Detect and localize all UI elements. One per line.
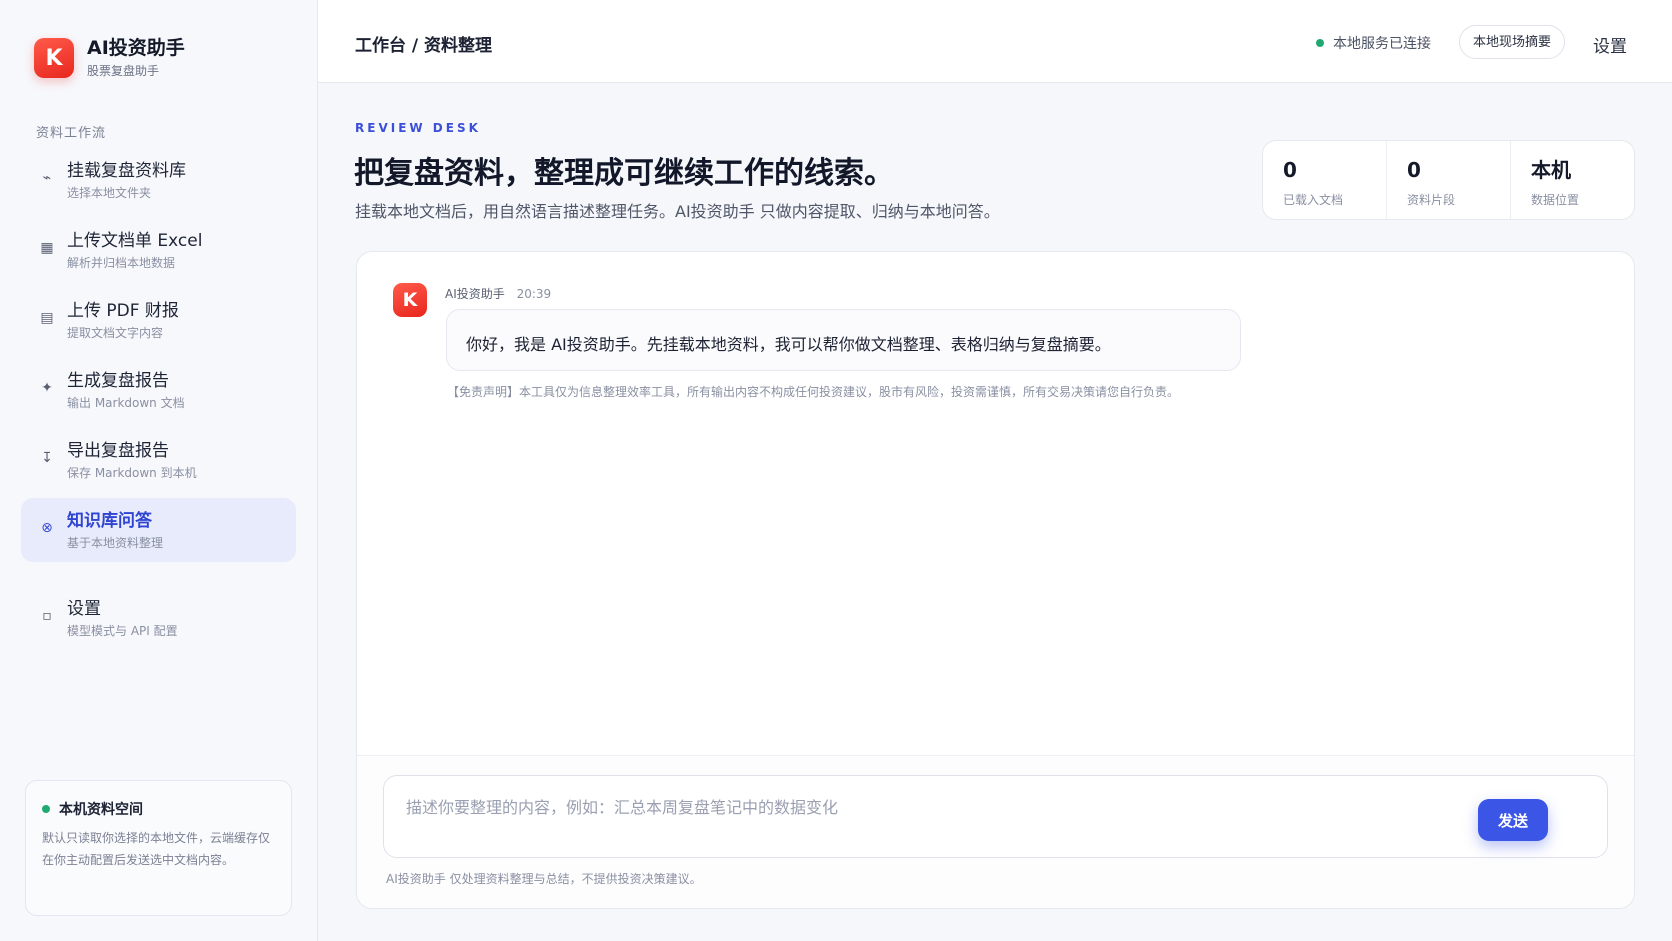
sidebar-item-title: 生成复盘报告: [67, 371, 169, 391]
page-title: 把复盘资料，整理成可继续工作的线索。: [354, 156, 894, 191]
message-input[interactable]: [406, 798, 1446, 817]
page-description: 挂载本地文档后，用自然语言描述整理任务。AI投资助手 只做内容提取、归纳与本地问…: [355, 202, 1000, 221]
document-icon: ▤: [40, 310, 54, 326]
sidebar-nav: ⌁ 挂载复盘资料库 选择本地文件夹 ▦ 上传文档单 Excel 解析并归档本地数…: [21, 148, 296, 656]
sidebar-item-mount-library[interactable]: ⌁ 挂载复盘资料库 选择本地文件夹: [21, 148, 296, 212]
status-dot-icon: [42, 805, 50, 813]
sidebar-item-subtitle: 选择本地文件夹: [67, 186, 152, 200]
connection-status: 本地服务已连接: [1316, 33, 1431, 53]
sidebar-item-upload-excel[interactable]: ▦ 上传文档单 Excel 解析并归档本地数据: [21, 218, 296, 282]
brand: K AI投资助手 股票复盘助手: [34, 36, 185, 80]
sidebar-item-title: 上传 PDF 财报: [67, 301, 179, 321]
sidebar-item-subtitle: 模型模式与 API 配置: [67, 624, 178, 638]
composer-note: AI投资助手 仅处理资料整理与总结，不提供投资决策建议。: [386, 872, 702, 886]
sidebar-item-generate-report[interactable]: ✦ 生成复盘报告 输出 Markdown 文档: [21, 358, 296, 422]
sidebar-item-export-report[interactable]: ↧ 导出复盘报告 保存 Markdown 到本机: [21, 428, 296, 492]
download-icon: ↧: [41, 450, 53, 466]
brand-logo: K: [34, 38, 74, 78]
composer: 发送: [383, 775, 1608, 858]
breadcrumb: 工作台 / 资料整理: [355, 36, 493, 56]
message-sender: AI投资助手: [445, 287, 505, 301]
connection-status-text: 本地服务已连接: [1333, 36, 1431, 52]
sidebar-item-title: 挂载复盘资料库: [67, 161, 186, 181]
sidebar-item-subtitle: 基于本地资料整理: [67, 536, 164, 550]
sidebar-item-upload-pdf[interactable]: ▤ 上传 PDF 财报 提取文档文字内容: [21, 288, 296, 352]
hero-eyebrow: REVIEW DESK: [355, 121, 481, 135]
assistant-avatar: K: [393, 283, 427, 317]
stat-value: 本机: [1531, 158, 1571, 182]
knowledge-icon: ⊗: [41, 520, 53, 536]
local-summary-button[interactable]: 本地现场摘要: [1459, 25, 1566, 59]
sidebar-item-settings[interactable]: ▫ 设置 模型模式与 API 配置: [21, 586, 296, 650]
sidebar-item-subtitle: 输出 Markdown 文档: [67, 396, 185, 410]
stats-panel: 0 已载入文档 0 资料片段 本机 数据位置: [1262, 140, 1635, 220]
stat-label: 已载入文档: [1283, 193, 1344, 207]
sidebar-item-subtitle: 提取文档文字内容: [67, 326, 164, 340]
sidebar-section-label: 资料工作流: [36, 126, 107, 141]
sidebar-item-subtitle: 解析并归档本地数据: [67, 256, 176, 270]
chat-panel: K AI投资助手 20:39 你好，我是 AI投资助手。先挂载本地资料，我可以帮…: [356, 251, 1635, 909]
message-time: 20:39: [516, 287, 552, 301]
table-icon: ▦: [40, 240, 54, 256]
stat-value: 0: [1407, 158, 1421, 182]
sidebar-item-title: 设置: [67, 599, 101, 619]
status-dot-icon: [1316, 39, 1324, 47]
stat-data-location: 本机 数据位置: [1511, 141, 1634, 219]
sidebar-item-subtitle: 保存 Markdown 到本机: [67, 466, 197, 480]
send-button[interactable]: 发送: [1478, 799, 1548, 841]
mount-icon: ⌁: [42, 170, 52, 186]
stat-value: 0: [1283, 158, 1297, 182]
sidebar-item-title: 导出复盘报告: [67, 441, 169, 461]
local-space-description: 默认只读取你选择的本地文件，云端缓存仅在你主动配置后发送选中文档内容。: [42, 831, 271, 867]
topbar: 工作台 / 资料整理 本地服务已连接 本地现场摘要 设置: [318, 0, 1672, 83]
sidebar-item-title: 知识库问答: [67, 511, 152, 531]
sidebar: K AI投资助手 股票复盘助手 资料工作流 ⌁ 挂载复盘资料库 选择本地文件夹 …: [0, 0, 318, 941]
sidebar-item-knowledge-qa[interactable]: ⊗ 知识库问答 基于本地资料整理: [21, 498, 296, 562]
settings-icon: ▫: [42, 608, 52, 624]
stat-label: 资料片段: [1407, 193, 1456, 207]
disclaimer-text: 【免责声明】本工具仅为信息整理效率工具，所有输出内容不构成任何投资建议，股市有风…: [447, 385, 1180, 399]
message-bubble: 你好，我是 AI投资助手。先挂载本地资料，我可以帮你做文档整理、表格归纳与复盘摘…: [446, 309, 1241, 371]
sparkle-icon: ✦: [41, 380, 53, 396]
stat-label: 数据位置: [1531, 193, 1580, 207]
local-space-title: 本机资料空间: [59, 802, 143, 818]
brand-subtitle: 股票复盘助手: [87, 64, 160, 78]
stat-fragments: 0 资料片段: [1387, 141, 1511, 219]
brand-title: AI投资助手: [87, 37, 185, 59]
settings-link[interactable]: 设置: [1593, 32, 1627, 57]
sidebar-item-title: 上传文档单 Excel: [67, 231, 203, 251]
stat-loaded-docs: 0 已载入文档: [1263, 141, 1387, 219]
composer-area: 发送 AI投资助手 仅处理资料整理与总结，不提供投资决策建议。: [357, 755, 1634, 908]
local-space-card: 本机资料空间 默认只读取你选择的本地文件，云端缓存仅在你主动配置后发送选中文档内…: [25, 780, 292, 916]
message-meta: AI投资助手 20:39: [445, 285, 551, 302]
